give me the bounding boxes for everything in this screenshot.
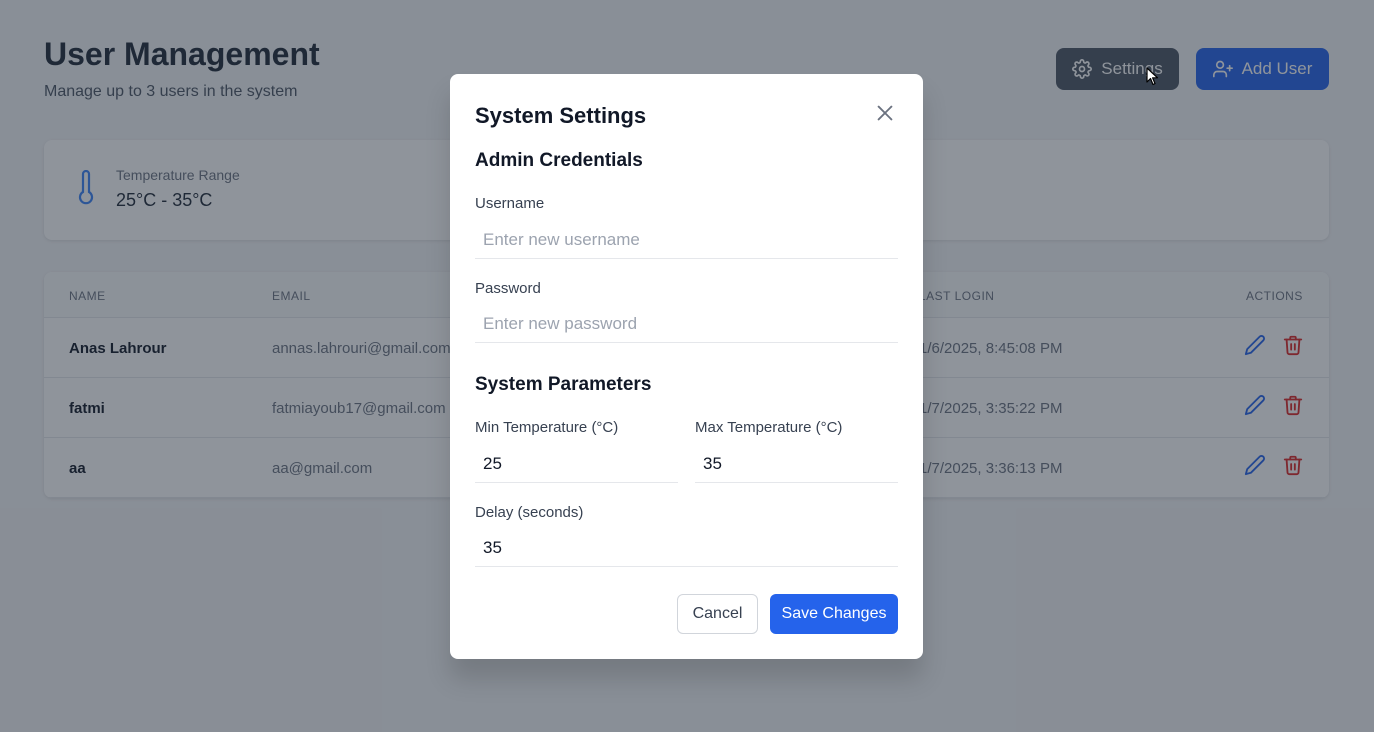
system-parameters-heading: System Parameters xyxy=(475,374,652,395)
delay-label: Delay (seconds) xyxy=(475,504,584,521)
admin-credentials-heading: Admin Credentials xyxy=(475,150,643,171)
mouse-cursor-icon xyxy=(1146,67,1159,86)
settings-modal: System Settings Admin Credentials Userna… xyxy=(450,74,923,659)
max-temperature-input[interactable] xyxy=(695,445,898,483)
delay-input[interactable] xyxy=(475,529,898,567)
cancel-button[interactable]: Cancel xyxy=(677,594,758,634)
min-temperature-label: Min Temperature (°C) xyxy=(475,419,619,436)
max-temperature-label: Max Temperature (°C) xyxy=(695,419,843,436)
modal-title: System Settings xyxy=(475,103,647,128)
password-label: Password xyxy=(475,280,541,297)
save-changes-button[interactable]: Save Changes xyxy=(770,594,898,634)
username-label: Username xyxy=(475,195,545,212)
min-temperature-input[interactable] xyxy=(475,445,678,483)
close-icon[interactable] xyxy=(874,102,896,124)
password-input[interactable] xyxy=(475,305,898,343)
username-input[interactable] xyxy=(475,221,898,259)
